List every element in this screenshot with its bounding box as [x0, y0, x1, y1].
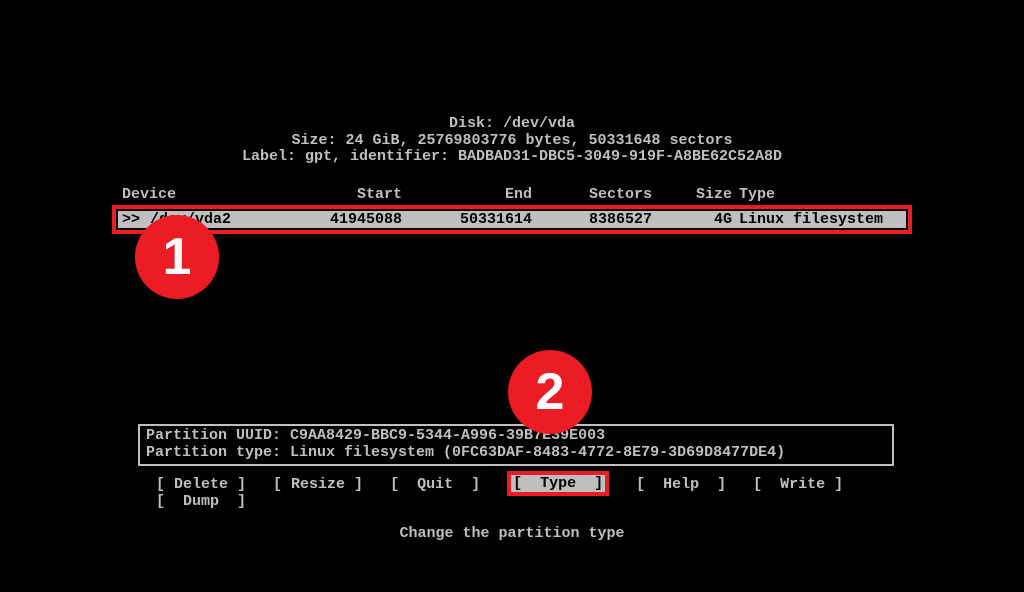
disk-title: Disk: /dev/vda — [0, 116, 1024, 133]
cell-end: 50331614 — [402, 211, 532, 228]
cell-sectors: 8386527 — [532, 211, 652, 228]
col-end: End — [402, 186, 532, 203]
col-type: Type — [732, 186, 902, 203]
help-button[interactable]: [ Help ] — [636, 476, 726, 493]
resize-button[interactable]: [ Resize ] — [273, 476, 363, 493]
disk-size: Size: 24 GiB, 25769803776 bytes, 5033164… — [0, 133, 1024, 150]
table-header: Device Start End Sectors Size Type — [112, 186, 912, 203]
quit-button[interactable]: [ Quit ] — [390, 476, 480, 493]
dump-button[interactable]: [ Dump ] — [156, 493, 246, 510]
partition-uuid: Partition UUID: C9AA8429-BBC9-5344-A996-… — [146, 428, 886, 445]
header: Disk: /dev/vda Size: 24 GiB, 25769803776… — [0, 0, 1024, 166]
col-size: Size — [652, 186, 732, 203]
annotation-frame-2: [ Type ] — [507, 471, 609, 496]
hint-text: Change the partition type — [0, 525, 1024, 542]
type-button[interactable]: [ Type ] — [511, 475, 605, 492]
delete-button[interactable]: [ Delete ] — [156, 476, 246, 493]
cell-size: 4G — [652, 211, 732, 228]
write-button[interactable]: [ Write ] — [753, 476, 843, 493]
annotation-frame-1: >> /dev/vda2 41945088 50331614 8386527 4… — [112, 205, 912, 234]
action-menu: [ Delete ] [ Resize ] [ Quit ] [ Type ] … — [156, 475, 843, 510]
cell-start: 41945088 — [272, 211, 402, 228]
partition-table: Device Start End Sectors Size Type >> /d… — [112, 186, 912, 234]
annotation-badge-2: 2 — [508, 350, 592, 434]
cell-type: Linux filesystem — [732, 211, 902, 228]
col-sectors: Sectors — [532, 186, 652, 203]
disk-label: Label: gpt, identifier: BADBAD31-DBC5-30… — [0, 149, 1024, 166]
partition-type: Partition type: Linux filesystem (0FC63D… — [146, 445, 886, 462]
cfdisk-screen: Disk: /dev/vda Size: 24 GiB, 25769803776… — [0, 0, 1024, 592]
partition-info: Partition UUID: C9AA8429-BBC9-5344-A996-… — [138, 424, 894, 466]
annotation-badge-1: 1 — [135, 215, 219, 299]
table-row[interactable]: >> /dev/vda2 41945088 50331614 8386527 4… — [118, 211, 906, 228]
col-start: Start — [272, 186, 402, 203]
col-device: Device — [122, 186, 272, 203]
selection-pointer-icon: >> — [122, 211, 150, 228]
